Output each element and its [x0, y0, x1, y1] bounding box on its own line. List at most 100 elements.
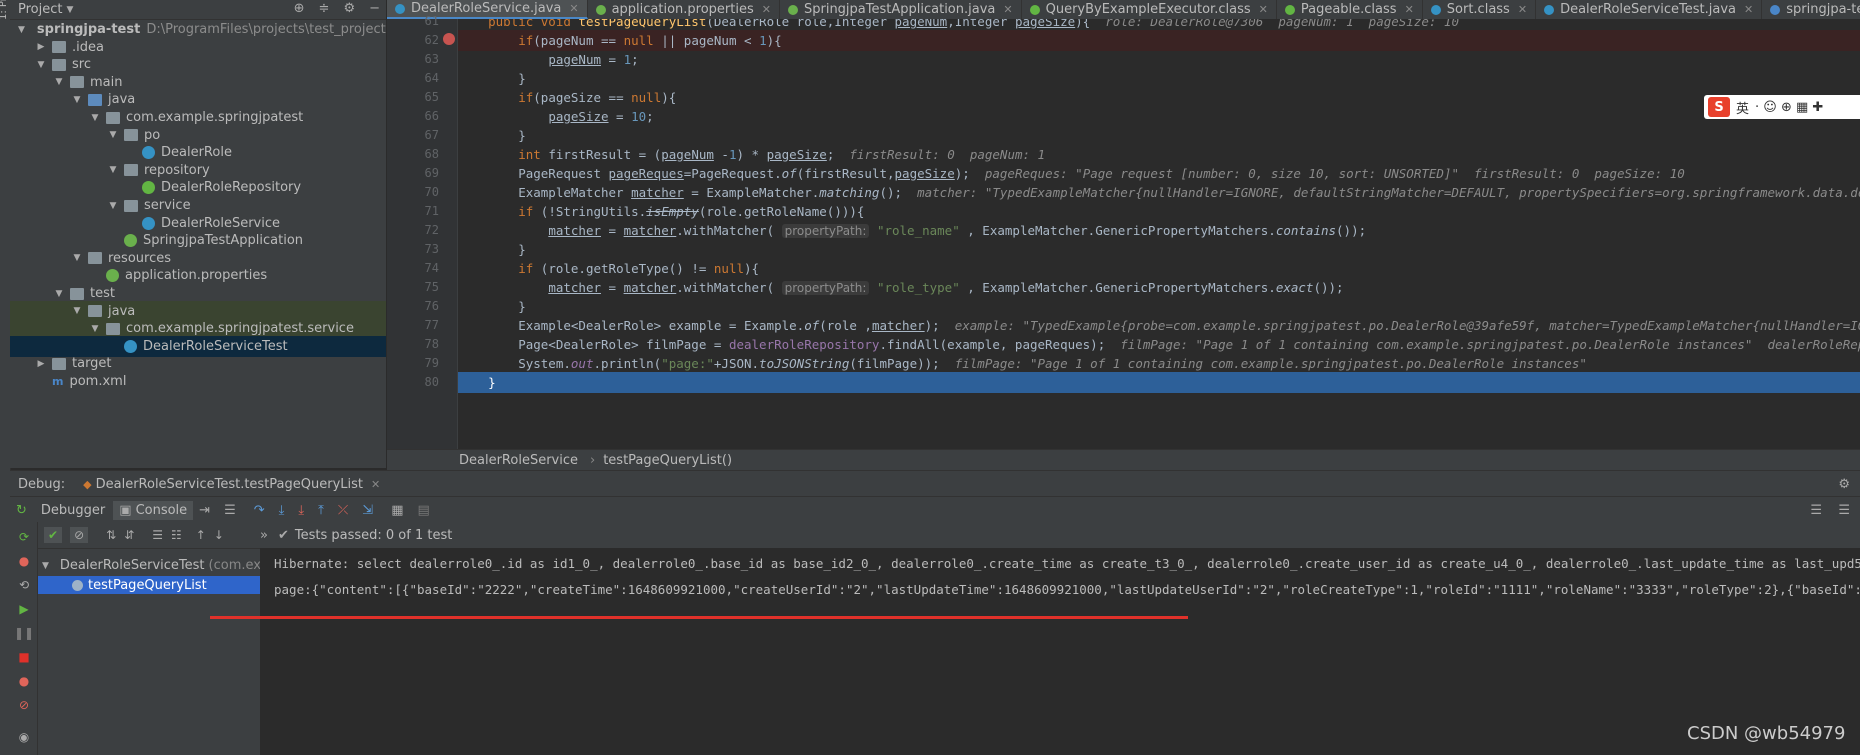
chevron-down-icon[interactable]: ▼: [18, 25, 25, 35]
breakpoint-icon[interactable]: [443, 33, 455, 45]
close-icon[interactable]: ✕: [1003, 3, 1012, 16]
editor-tab[interactable]: application.properties ✕: [588, 0, 780, 19]
line-number[interactable]: 61: [387, 14, 439, 28]
editor-tab[interactable]: Sort.class ✕: [1423, 0, 1537, 19]
line-number[interactable]: 67: [387, 128, 439, 142]
next-icon[interactable]: ↓: [214, 528, 224, 542]
trace-icon[interactable]: ▤: [418, 503, 430, 518]
line-number[interactable]: 62: [387, 33, 439, 47]
close-icon[interactable]: ✕: [1259, 3, 1268, 16]
gear-icon[interactable]: ⚙: [343, 1, 355, 16]
line-number[interactable]: 80: [387, 375, 439, 389]
tree-item[interactable]: m pom.xml: [10, 371, 386, 392]
sogou-logo-icon[interactable]: S: [1708, 97, 1730, 117]
run-to-cursor-icon[interactable]: ⇲: [362, 503, 373, 518]
line-number[interactable]: 66: [387, 109, 439, 123]
tab-console[interactable]: ▣ Console: [113, 500, 194, 520]
debug-session-tab[interactable]: DealerRoleServiceTest.testPageQueryList: [96, 477, 363, 492]
rerun-icon[interactable]: ↻: [16, 503, 27, 518]
line-number[interactable]: 70: [387, 185, 439, 199]
force-step-into-icon[interactable]: ⤓: [298, 503, 304, 518]
sort-duration-icon[interactable]: ⇵: [124, 528, 134, 542]
line-number[interactable]: 77: [387, 318, 439, 332]
target-icon[interactable]: ⊕: [294, 1, 305, 16]
editor-tab[interactable]: Pageable.class ✕: [1277, 0, 1423, 19]
line-number[interactable]: 64: [387, 71, 439, 85]
project-tool-button[interactable]: 1: Project: [0, 0, 9, 20]
chevron-down-icon[interactable]: ▼: [54, 289, 64, 299]
restore-layout-icon[interactable]: ☰: [1838, 503, 1850, 518]
show-ignored-icon[interactable]: ⊘: [70, 527, 89, 543]
line-number[interactable]: 76: [387, 299, 439, 313]
chevron-down-icon[interactable]: ▼: [108, 130, 118, 140]
camera-icon[interactable]: ◉: [17, 730, 31, 744]
line-number[interactable]: 65: [387, 90, 439, 104]
line-number[interactable]: 63: [387, 52, 439, 66]
breadcrumb-class[interactable]: DealerRoleService: [459, 453, 578, 468]
editor-tab[interactable]: SpringjpaTestApplication.java ✕: [780, 0, 1022, 19]
step-out-icon[interactable]: ⤒: [318, 503, 324, 518]
line-number[interactable]: 78: [387, 337, 439, 351]
console-output[interactable]: Hibernate: select dealerrole0_.id as id1…: [260, 548, 1860, 755]
collapse-all-icon[interactable]: ☷: [171, 528, 182, 542]
hide-icon[interactable]: −: [369, 1, 380, 16]
line-number[interactable]: 69: [387, 166, 439, 180]
project-panel-title[interactable]: Project: [18, 2, 62, 17]
editor-tab[interactable]: DealerRoleServiceTest.java ✕: [1536, 0, 1763, 19]
chevron-down-icon[interactable]: ▼: [72, 95, 82, 105]
close-icon[interactable]: ✕: [371, 478, 380, 491]
ime-tools[interactable]: · ☺ ⊕ ▦ ✚: [1755, 100, 1823, 115]
chevron-down-icon[interactable]: ▼: [90, 324, 100, 334]
editor-tab[interactable]: QueryByExampleExecutor.class ✕: [1022, 0, 1277, 19]
line-number[interactable]: 79: [387, 356, 439, 370]
stop-icon[interactable]: ■: [17, 650, 31, 664]
line-number[interactable]: 72: [387, 223, 439, 237]
line-number[interactable]: 74: [387, 261, 439, 275]
line-number[interactable]: 71: [387, 204, 439, 218]
chevron-right-icon[interactable]: »: [260, 528, 268, 543]
chevron-right-icon[interactable]: ▶: [36, 359, 46, 369]
step-into-icon[interactable]: ⤓: [279, 503, 285, 518]
toggle-auto-test-icon[interactable]: ⟲: [17, 578, 31, 592]
chevron-down-icon[interactable]: ▼: [90, 113, 100, 123]
rerun-icon[interactable]: ⟳: [17, 530, 31, 544]
rerun-failed-icon[interactable]: ●: [17, 554, 31, 568]
collapse-icon[interactable]: ≑: [319, 1, 330, 16]
line-number[interactable]: 68: [387, 147, 439, 161]
chevron-down-icon[interactable]: ▼: [108, 201, 118, 211]
tab-debugger[interactable]: Debugger: [41, 503, 105, 518]
view-breakpoints-icon[interactable]: ●: [17, 674, 31, 688]
line-number[interactable]: 73: [387, 242, 439, 256]
close-icon[interactable]: ✕: [569, 2, 578, 15]
test-tree-row[interactable]: ▼ DealerRoleServiceTest (com.ex: [38, 556, 261, 575]
menu-icon[interactable]: ☰: [224, 503, 236, 518]
editor-tab[interactable]: springjpa-test: [1762, 0, 1860, 19]
step-over-icon[interactable]: ↷: [254, 503, 265, 518]
chevron-right-icon[interactable]: ▶: [36, 42, 46, 52]
close-icon[interactable]: ✕: [1518, 3, 1527, 16]
show-passed-icon[interactable]: ✔: [44, 527, 63, 543]
test-tree-row-selected[interactable]: testPageQueryList: [38, 576, 260, 594]
chevron-down-icon[interactable]: ▼: [72, 253, 82, 263]
chevron-down-icon[interactable]: ▼: [72, 306, 82, 316]
ime-language-toggle[interactable]: 英: [1736, 98, 1749, 117]
code-editor[interactable]: public void testPageQueryList(DealerRole…: [458, 19, 1860, 449]
previous-icon[interactable]: ↑: [196, 528, 206, 542]
layout-icon[interactable]: ☰: [1810, 503, 1822, 518]
pause-icon[interactable]: ❚❚: [14, 626, 34, 640]
chevron-down-icon[interactable]: ▼: [36, 60, 46, 70]
close-icon[interactable]: ✕: [1744, 3, 1753, 16]
sort-alpha-icon[interactable]: ⇅: [106, 528, 116, 542]
breadcrumb-method[interactable]: testPageQueryList(): [603, 453, 732, 468]
expand-all-icon[interactable]: ☰: [152, 528, 163, 542]
resume-icon[interactable]: ▶: [17, 602, 31, 616]
chevron-down-icon[interactable]: ▼: [42, 561, 49, 571]
chevron-down-icon[interactable]: ▼: [54, 77, 64, 87]
mute-breakpoints-icon[interactable]: ⊘: [17, 698, 31, 712]
gear-icon[interactable]: ⚙: [1838, 477, 1850, 492]
drop-frame-icon[interactable]: ⤫: [338, 503, 348, 518]
chevron-down-icon[interactable]: ▼: [108, 165, 118, 175]
chevron-down-icon[interactable]: ▼: [66, 5, 73, 15]
more-icon[interactable]: ⇥: [199, 503, 210, 518]
line-number[interactable]: 75: [387, 280, 439, 294]
